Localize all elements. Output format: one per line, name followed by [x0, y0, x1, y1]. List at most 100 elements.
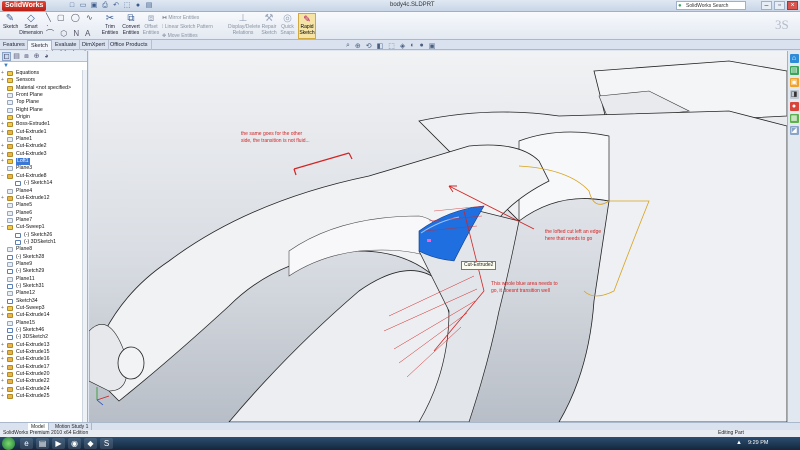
- convert-entities-button[interactable]: ⧉ Convert Entities: [120, 13, 142, 39]
- expand-toggle-icon[interactable]: +: [1, 305, 6, 312]
- expand-toggle-icon[interactable]: +: [1, 195, 6, 202]
- expand-toggle-icon[interactable]: +: [1, 364, 6, 371]
- feature-tree-item[interactable]: + Loft1: [0, 158, 87, 166]
- feature-tree-item[interactable]: (-) Sketch26: [0, 232, 87, 239]
- scene-icon[interactable]: ▣: [429, 42, 436, 50]
- resources-icon[interactable]: ⌂: [789, 54, 799, 63]
- feature-tree-item[interactable]: Origin: [0, 114, 87, 121]
- clock[interactable]: 9:29 PM: [748, 440, 768, 446]
- feature-tree-item[interactable]: + Boss-Extrude1: [0, 121, 87, 128]
- expand-toggle-icon[interactable]: +: [1, 312, 6, 319]
- feature-tree-item[interactable]: + Sensors: [0, 77, 87, 84]
- maximize-icon[interactable]: ▫: [774, 1, 785, 10]
- expand-toggle-icon[interactable]: −: [1, 224, 6, 231]
- undo-icon[interactable]: ↶: [112, 1, 120, 10]
- feature-tree-scrollbar[interactable]: [82, 70, 87, 422]
- custom-properties-icon[interactable]: ▦: [789, 114, 799, 123]
- zoom-area-icon[interactable]: ⊕: [355, 42, 361, 50]
- options-icon[interactable]: ▤: [145, 1, 153, 10]
- linear-sketch-pattern-button[interactable]: ⁞ Linear Sketch Pattern: [162, 24, 213, 30]
- feature-tree-item[interactable]: + Cut-Sweep3: [0, 305, 87, 312]
- appearances-icon[interactable]: ●: [789, 102, 799, 111]
- feature-tree-item[interactable]: + Cut-Extrude12: [0, 195, 87, 202]
- search-input[interactable]: ● SolidWorks Search: [676, 1, 746, 10]
- close-icon[interactable]: ×: [787, 1, 798, 10]
- tray-expand-icon[interactable]: ▲: [736, 437, 742, 450]
- expand-toggle-icon[interactable]: +: [1, 158, 6, 165]
- feature-tree-item[interactable]: + Cut-Extrude17: [0, 364, 87, 371]
- feature-tree-item[interactable]: Plane11: [0, 276, 87, 283]
- property-manager-tab-icon[interactable]: ▤: [12, 52, 21, 61]
- start-button[interactable]: [2, 437, 15, 450]
- dimxpert-manager-tab-icon[interactable]: ⊕: [32, 52, 41, 61]
- feature-tree-item[interactable]: Sketch34: [0, 298, 87, 305]
- taskbar-app-icon[interactable]: ◆: [84, 438, 97, 449]
- save-icon[interactable]: ▣: [90, 1, 98, 10]
- expand-toggle-icon[interactable]: +: [1, 371, 6, 378]
- file-explorer-icon[interactable]: ▣: [789, 78, 799, 87]
- expand-toggle-icon[interactable]: +: [1, 77, 6, 84]
- expand-toggle-icon[interactable]: +: [1, 129, 6, 136]
- feature-tree-item[interactable]: + Cut-Extrude16: [0, 356, 87, 363]
- taskbar-explorer-icon[interactable]: ▤: [36, 438, 49, 449]
- expand-toggle-icon[interactable]: +: [1, 378, 6, 385]
- expand-toggle-icon[interactable]: +: [1, 356, 6, 363]
- tab-features[interactable]: Features: [0, 40, 29, 50]
- tab-evaluate[interactable]: Evaluate: [52, 40, 81, 50]
- feature-tree-item[interactable]: + Cut-Extrude20: [0, 371, 87, 378]
- feature-tree-item[interactable]: + Cut-Extrude2: [0, 143, 87, 150]
- tab-sketch[interactable]: Sketch: [27, 40, 52, 50]
- display-style-icon[interactable]: ◈: [400, 42, 405, 50]
- graphics-area[interactable]: the same goes for the other side, the tr…: [89, 51, 787, 422]
- expand-toggle-icon[interactable]: +: [1, 393, 6, 400]
- quick-snaps-button[interactable]: ◎ Quick Snaps: [279, 13, 296, 39]
- feature-tree-item[interactable]: Plane4: [0, 188, 87, 195]
- feature-tree-item[interactable]: Plane9: [0, 261, 87, 268]
- display-manager-tab-icon[interactable]: ◕: [42, 52, 51, 61]
- tab-office-products[interactable]: Office Products: [107, 40, 152, 50]
- taskbar-firefox-icon[interactable]: ◉: [68, 438, 81, 449]
- feature-tree-item[interactable]: + Cut-Extrude1: [0, 129, 87, 136]
- sketch-entity-tools[interactable]: ╲ ▢ ◯ ∿ ·⌒ ⬡ N A ·▭ ⊙ ⌐ ◦: [46, 14, 96, 54]
- feature-tree-item[interactable]: (-) 3DSketch1: [0, 239, 87, 246]
- view-orientation-icon[interactable]: ⬚: [388, 42, 395, 50]
- feature-tree-item[interactable]: + Cut-Extrude25: [0, 393, 87, 400]
- taskbar-media-icon[interactable]: ▶: [52, 438, 65, 449]
- filter-icon[interactable]: ▼: [0, 62, 87, 70]
- feature-tree-item[interactable]: (-) Sketch29: [0, 268, 87, 275]
- display-delete-relations-button[interactable]: ⊥ Display/Delete Relations: [228, 13, 260, 39]
- feature-tree-item[interactable]: + Cut-Extrude24: [0, 386, 87, 393]
- feature-tree-item[interactable]: Material <not specified>: [0, 85, 87, 92]
- feature-tree-item[interactable]: + Cut-Extrude15: [0, 349, 87, 356]
- feature-tree-item[interactable]: + Cut-Extrude3: [0, 151, 87, 158]
- feature-tree-item[interactable]: (-) 3DSketch2: [0, 334, 87, 341]
- move-entities-button[interactable]: ✥ Move Entities: [162, 33, 198, 39]
- feature-tree-item[interactable]: Plane5: [0, 202, 87, 209]
- view-palette-icon[interactable]: ◨: [789, 90, 799, 99]
- feature-tree-item[interactable]: Plane6: [0, 210, 87, 217]
- sketch-button[interactable]: ✎ Sketch: [3, 13, 18, 39]
- expand-toggle-icon[interactable]: +: [1, 386, 6, 393]
- rapid-sketch-button[interactable]: ✎ Rapid Sketch: [298, 13, 316, 39]
- feature-tree-item[interactable]: Top Plane: [0, 99, 87, 106]
- expand-toggle-icon[interactable]: +: [1, 121, 6, 128]
- feature-tree-item[interactable]: + Cut-Extrude14: [0, 312, 87, 319]
- design-library-icon[interactable]: ▤: [789, 66, 799, 75]
- expand-toggle-icon[interactable]: −: [1, 173, 6, 180]
- feature-tree-item[interactable]: Right Plane: [0, 107, 87, 114]
- feature-tree-item[interactable]: (-) Sketch46: [0, 327, 87, 334]
- feature-tree-item[interactable]: + Equations: [0, 70, 87, 77]
- open-icon[interactable]: ▭: [79, 1, 87, 10]
- trim-entities-button[interactable]: ✂ Trim Entities: [100, 13, 120, 39]
- taskbar-ie-icon[interactable]: e: [20, 438, 33, 449]
- expand-toggle-icon[interactable]: +: [1, 342, 6, 349]
- feature-tree-item[interactable]: Plane15: [0, 320, 87, 327]
- zoom-fit-icon[interactable]: ⌕: [346, 42, 350, 50]
- print-icon[interactable]: ⎙: [101, 1, 109, 10]
- mirror-entities-button[interactable]: ⧓ Mirror Entities: [162, 15, 199, 21]
- feature-tree-item[interactable]: − Cut-Sweep1: [0, 224, 87, 231]
- feature-tree-item[interactable]: Plane1: [0, 136, 87, 143]
- feature-tree-item[interactable]: Plane3: [0, 165, 87, 172]
- select-icon[interactable]: ⬚: [123, 1, 131, 10]
- new-icon[interactable]: □: [68, 1, 76, 10]
